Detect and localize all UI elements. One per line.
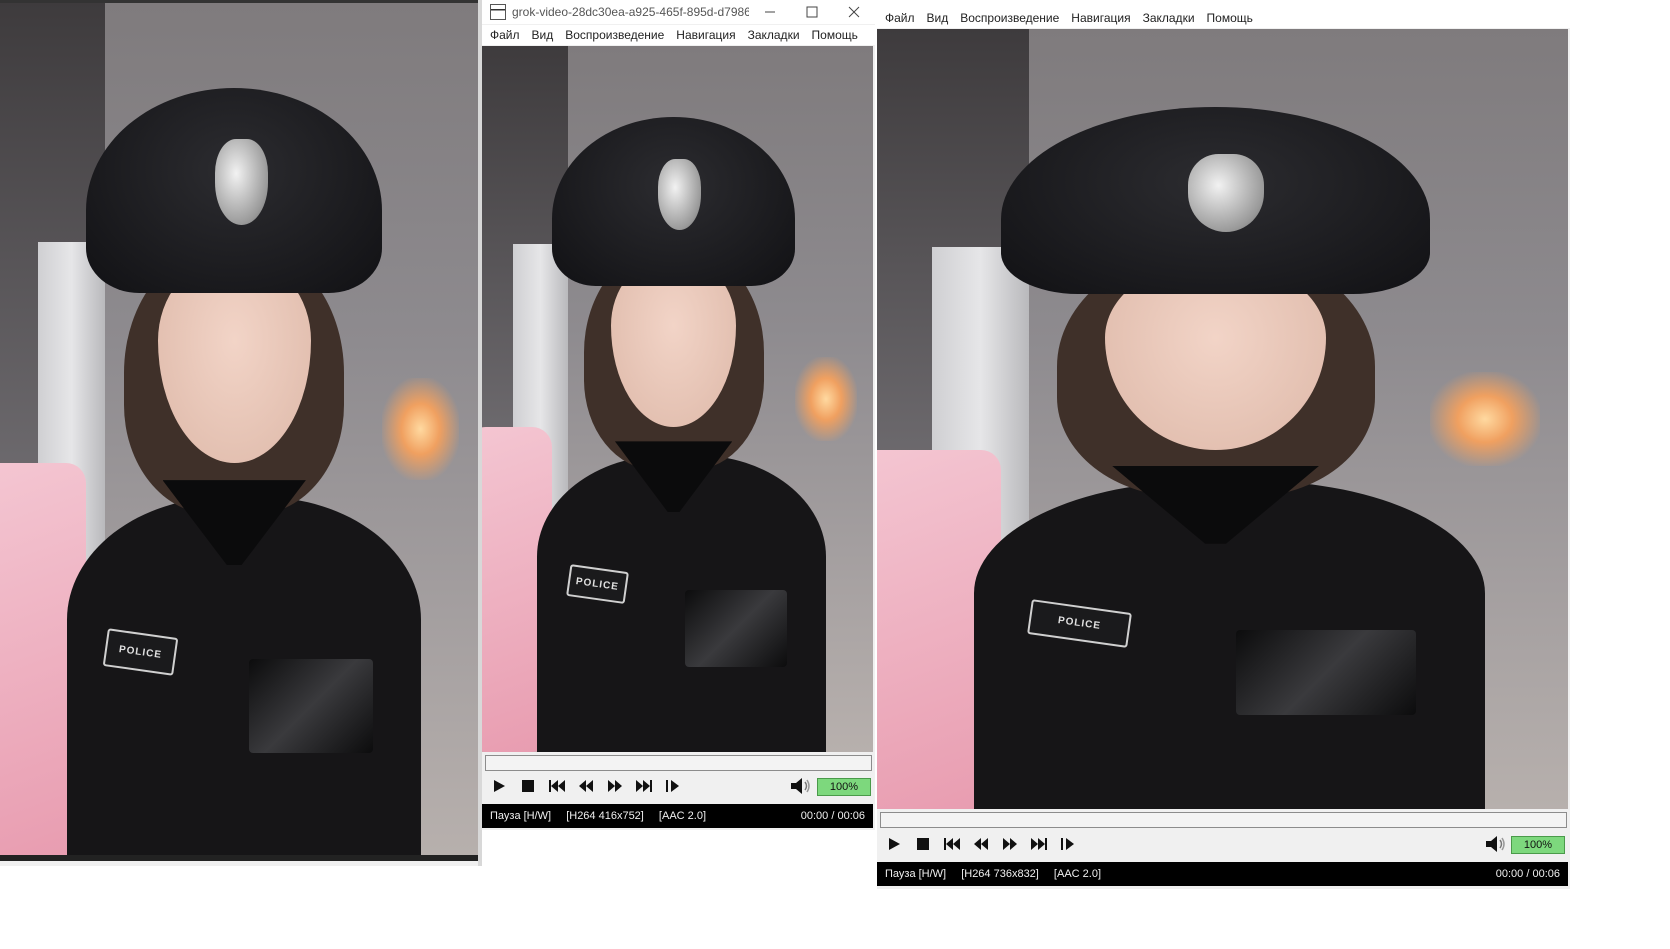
next-button[interactable] (629, 772, 658, 800)
forward-icon (1002, 838, 1017, 850)
play-button[interactable] (879, 830, 908, 858)
stop-button[interactable] (908, 830, 937, 858)
menu-bookmarks[interactable]: Закладки (1139, 11, 1199, 25)
rewind-button[interactable] (571, 772, 600, 800)
next-button[interactable] (1024, 830, 1053, 858)
scene-lamp (382, 377, 459, 481)
seek-bar[interactable] (880, 812, 1567, 828)
playback-state: Пауза [H/W] (490, 810, 552, 822)
forward-icon (607, 780, 622, 792)
play-icon (888, 838, 900, 850)
menu-bar: Файл Вид Воспроизведение Навигация Закла… (482, 25, 875, 45)
previous-button[interactable] (542, 772, 571, 800)
menu-navigation[interactable]: Навигация (672, 28, 739, 42)
prev-icon (943, 838, 960, 850)
bottom-dark-strip (0, 855, 478, 861)
window-title: grok-video-28dc30ea-a925-465f-895d-d7986… (512, 5, 749, 19)
middle-player-window: grok-video-28dc30ea-a925-465f-895d-d7986… (482, 0, 875, 830)
frame-step-button[interactable] (1053, 830, 1082, 858)
audio-codec-info: [AAC 2.0] (1053, 868, 1101, 880)
left-player-window: POLICE (0, 0, 482, 866)
maximize-icon (806, 6, 818, 18)
scene-pocket (1236, 629, 1416, 716)
time-display: 00:00 / 00:06 (1495, 868, 1560, 880)
menu-bar: Файл Вид Воспроизведение Навигация Закла… (877, 8, 1570, 28)
status-bar: Пауза [H/W] [H264 736x832] [AAC 2.0] 00:… (877, 862, 1568, 886)
control-bar (484, 772, 687, 800)
audio-codec-info: [AAC 2.0] (658, 810, 706, 822)
scene-badge (215, 139, 268, 225)
playback-state: Пауза [H/W] (885, 868, 947, 880)
forward-button[interactable] (600, 772, 629, 800)
minimize-button[interactable] (749, 0, 791, 24)
play-button[interactable] (484, 772, 513, 800)
menu-playback[interactable]: Воспроизведение (956, 11, 1063, 25)
maximize-button[interactable] (791, 0, 833, 24)
prev-icon (548, 780, 565, 792)
frame-step-icon (665, 780, 679, 792)
video-frame-middle[interactable]: POLICE (482, 46, 873, 752)
next-icon (635, 780, 652, 792)
volume-level[interactable]: 100% (817, 778, 871, 796)
time-display: 00:00 / 00:06 (800, 810, 865, 822)
forward-button[interactable] (995, 830, 1024, 858)
scene-badge (1187, 153, 1264, 232)
menu-view[interactable]: Вид (923, 11, 953, 25)
app-icon (490, 4, 506, 20)
video-frame-left[interactable]: POLICE (0, 3, 478, 855)
stop-icon (916, 838, 929, 850)
scene-lamp (794, 356, 858, 442)
volume-icon[interactable] (789, 775, 811, 797)
frame-step-icon (1060, 838, 1074, 850)
scene-pocket (685, 589, 787, 668)
rewind-button[interactable] (966, 830, 995, 858)
volume-level[interactable]: 100% (1511, 836, 1565, 854)
menu-view[interactable]: Вид (528, 28, 558, 42)
stop-button[interactable] (513, 772, 542, 800)
close-button[interactable] (833, 0, 875, 24)
scene-pocket (248, 659, 373, 753)
minimize-icon (765, 11, 775, 13)
menu-file[interactable]: Файл (881, 11, 919, 25)
menu-file[interactable]: Файл (486, 28, 524, 42)
scene-badge (657, 158, 701, 230)
video-codec-info: [H264 416x752] (566, 810, 644, 822)
title-bar-partial[interactable] (877, 0, 1570, 8)
previous-button[interactable] (937, 830, 966, 858)
scene-lamp (1429, 372, 1541, 466)
control-bar (879, 830, 1082, 858)
menu-bookmarks[interactable]: Закладки (744, 28, 804, 42)
video-frame-right[interactable]: POLICE (877, 29, 1568, 809)
seek-bar[interactable] (485, 755, 872, 771)
frame-step-button[interactable] (658, 772, 687, 800)
rewind-icon (973, 838, 988, 850)
menu-playback[interactable]: Воспроизведение (561, 28, 668, 42)
right-player-window: Файл Вид Воспроизведение Навигация Закла… (877, 0, 1570, 889)
volume-icon[interactable] (1484, 833, 1506, 855)
menu-help[interactable]: Помощь (808, 28, 862, 42)
status-bar: Пауза [H/W] [H264 416x752] [AAC 2.0] 00:… (482, 804, 873, 828)
video-codec-info: [H264 736x832] (961, 868, 1039, 880)
close-icon (848, 6, 860, 18)
next-icon (1030, 838, 1047, 850)
title-bar[interactable]: grok-video-28dc30ea-a925-465f-895d-d7986… (482, 0, 875, 24)
menu-navigation[interactable]: Навигация (1067, 11, 1134, 25)
stop-icon (521, 780, 534, 792)
play-icon (493, 780, 505, 792)
menu-help[interactable]: Помощь (1203, 11, 1257, 25)
rewind-icon (578, 780, 593, 792)
